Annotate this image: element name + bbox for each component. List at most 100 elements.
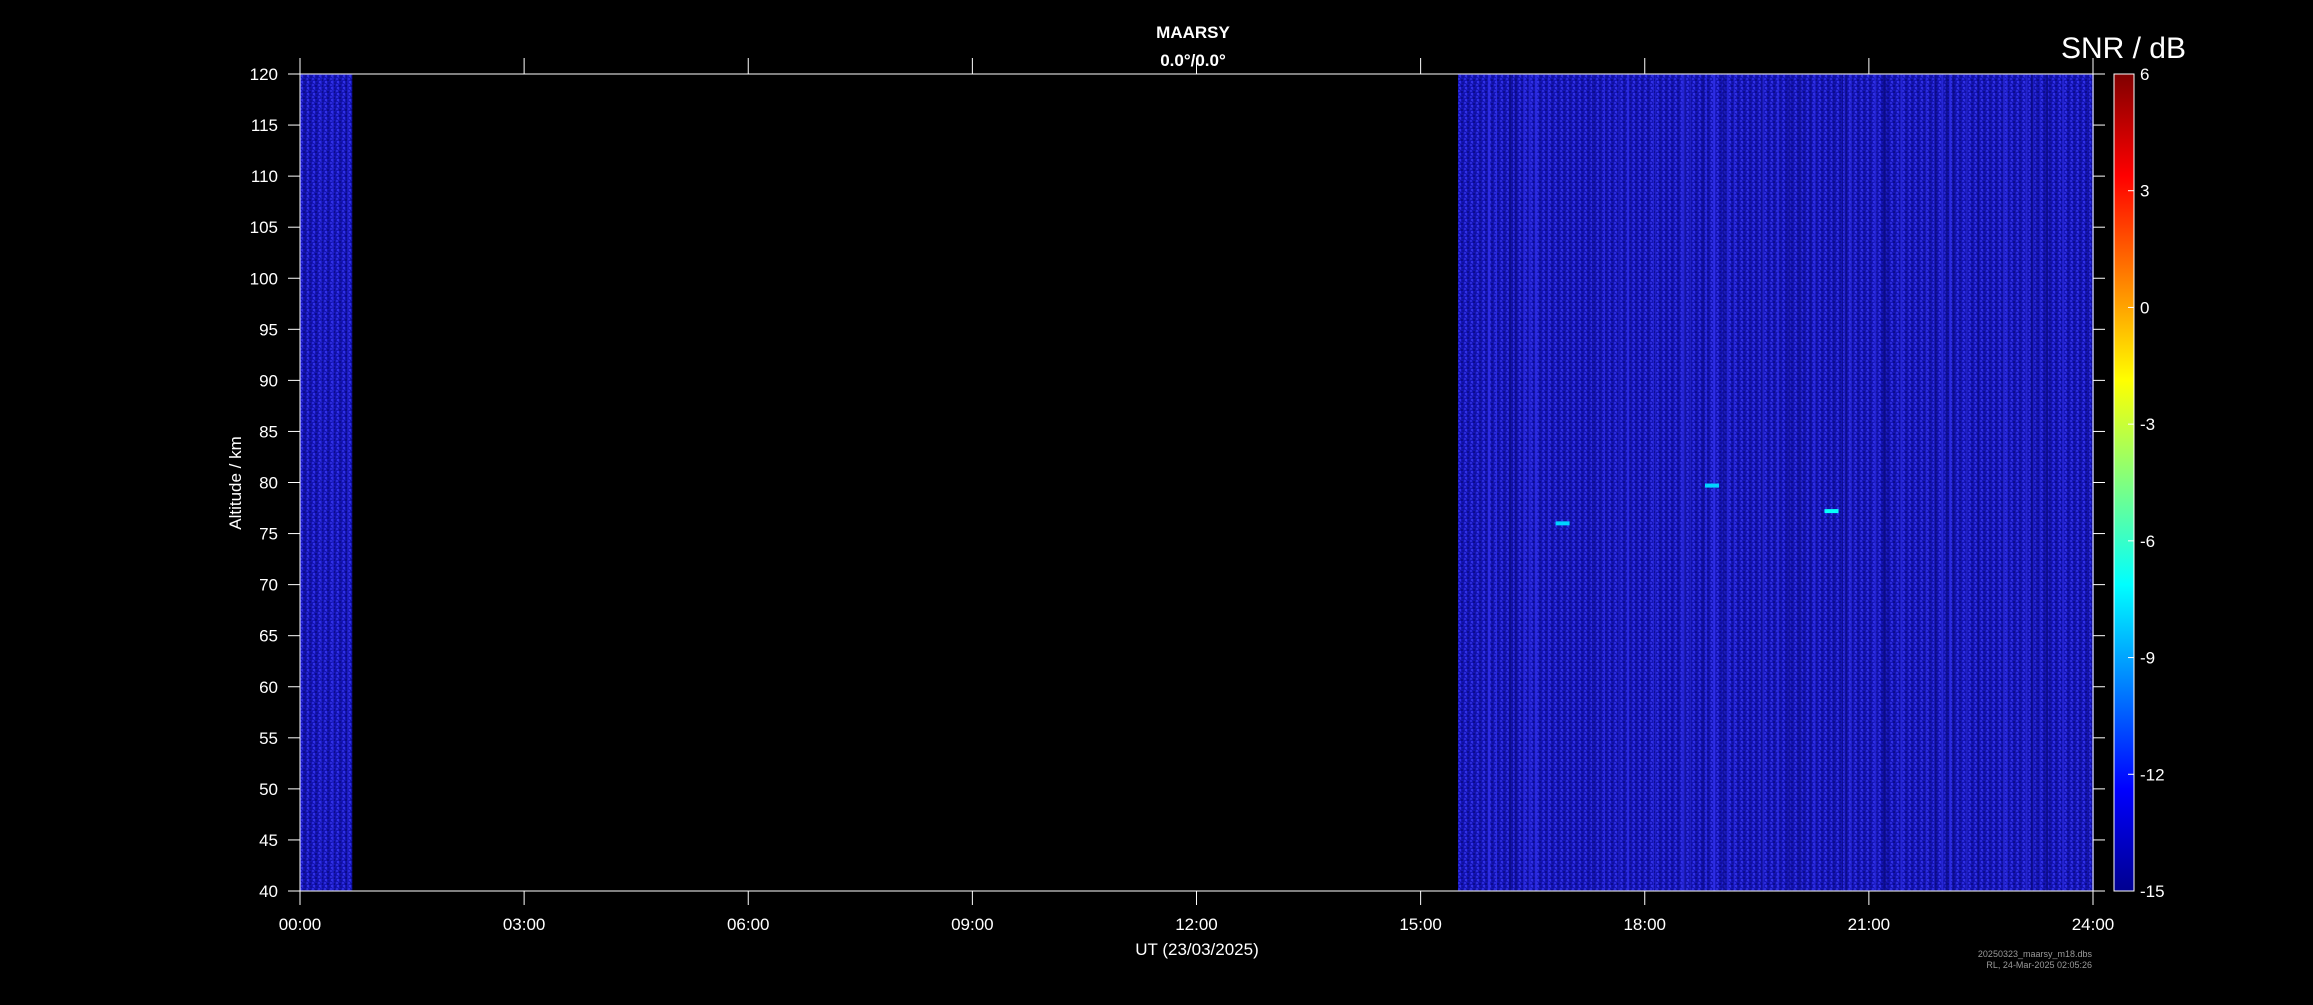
noise-streak <box>1810 74 1812 891</box>
noise-streak <box>1627 74 1630 891</box>
footer-timestamp: RL, 24-Mar-2025 02:05:26 <box>1986 960 2092 970</box>
noise-streak <box>1509 74 1512 891</box>
colorbar <box>2113 73 2135 892</box>
noise-streak <box>347 74 349 891</box>
noise-streak <box>1652 74 1654 891</box>
y-tick-label: 105 <box>250 218 278 237</box>
y-tick-label: 115 <box>251 116 278 135</box>
noise-streak <box>346 74 348 891</box>
noise-streak <box>1763 74 1765 891</box>
y-tick-label: 85 <box>259 422 278 441</box>
noise-streak <box>1591 74 1593 891</box>
chart-svg: MAARSY 0.0°/0.0° 00:00 03:00 06:00 09:00 12:… <box>226 23 2186 970</box>
chart-stage: MAARSY 0.0°/0.0° 00:00 03:00 06:00 09:00 12:… <box>0 0 2313 1000</box>
noise-streak <box>2088 74 2090 891</box>
noise-streak <box>1722 74 1725 891</box>
noise-streak <box>1618 74 1620 891</box>
noise-streak <box>1851 74 1853 891</box>
echo-0 <box>1555 521 1570 526</box>
colorbar-label: SNR / dB <box>2061 32 2186 65</box>
noise-streak <box>2046 74 2049 891</box>
y-tick-label: 110 <box>251 167 278 186</box>
noise-streak <box>1548 74 1550 891</box>
noise-streak <box>1849 74 1851 891</box>
noise-streak <box>1515 74 1517 891</box>
noise-streak <box>2035 74 2037 891</box>
noise-streak <box>1900 74 1903 891</box>
noise-streak <box>1603 74 1605 891</box>
noise-streak <box>1965 74 1968 891</box>
noise-streak <box>1941 74 1944 891</box>
noise-streak <box>1705 74 1707 891</box>
noise-streak <box>1511 74 1513 891</box>
noise-streak <box>1925 74 1927 891</box>
noise-streak <box>1844 74 1847 891</box>
colorbar-tick-label: -3 <box>2140 415 2155 434</box>
noise-streak <box>1528 74 1530 891</box>
noise-streak <box>1726 74 1729 891</box>
echo-1 <box>1704 483 1719 488</box>
y-tick-label: 65 <box>259 627 278 646</box>
y-tick-label: 75 <box>259 525 278 544</box>
noise-streak <box>2062 74 2065 891</box>
noise-streak <box>1523 74 1526 891</box>
data-interval-0 <box>300 74 353 891</box>
noise-streak <box>1945 74 1948 891</box>
y-tick-label: 60 <box>259 678 278 697</box>
noise-streak <box>1949 74 1952 891</box>
y-tick-label: 80 <box>259 474 278 493</box>
y-tick-label: 100 <box>250 269 278 288</box>
noise-streak <box>1682 74 1685 891</box>
noise-streak <box>1514 74 1516 891</box>
colorbar-tick-label: -12 <box>2140 765 2165 784</box>
noise-streak <box>1535 74 1538 891</box>
noise-streak <box>1874 74 1877 891</box>
footer-filename: 20250323_maarsy_m18.dbs <box>1978 949 2093 959</box>
noise-streak <box>2039 74 2041 891</box>
x-tick-label: 00:00 <box>279 915 322 934</box>
noise-streak <box>1883 74 1886 891</box>
noise-streak <box>1684 74 1686 891</box>
noise-streak <box>2006 74 2009 891</box>
colorbar-tick-label: -9 <box>2140 649 2155 668</box>
colorbar-tick-label: -15 <box>2140 882 2165 901</box>
data-layer <box>300 74 2094 891</box>
x-tick-label: 06:00 <box>727 915 770 934</box>
noise-streak <box>1713 74 1716 891</box>
y-tick-label: 45 <box>259 831 278 850</box>
chart-title: MAARSY <box>1156 23 1230 42</box>
noise-streak <box>1733 74 1735 891</box>
noise-streak <box>1681 74 1683 891</box>
x-axis-label: UT (23/03/2025) <box>1135 940 1258 959</box>
y-axis-label: Altitude / km <box>226 436 245 530</box>
y-tick-label: 95 <box>259 320 278 339</box>
y-tick-label: 50 <box>259 780 278 799</box>
noise-streak <box>1777 74 1780 891</box>
y-tick-label: 120 <box>250 65 278 84</box>
noise-streak <box>1952 74 1955 891</box>
noise-streak <box>1761 74 1763 891</box>
noise-streak <box>2025 74 2028 891</box>
x-tick-label: 24:00 <box>2072 915 2115 934</box>
data-interval-1 <box>1457 74 2093 891</box>
colorbar-tick-label: 3 <box>2140 182 2149 201</box>
noise-streak <box>1813 74 1816 891</box>
x-tick-label: 18:00 <box>1623 915 1666 934</box>
x-tick-label: 09:00 <box>951 915 994 934</box>
noise-streak <box>1832 74 1834 891</box>
noise-streak <box>1487 74 1490 891</box>
x-tick-label: 15:00 <box>1399 915 1442 934</box>
noise-streak <box>1689 74 1691 891</box>
y-tick-label: 40 <box>259 882 278 901</box>
colorbar-tick-label: 6 <box>2140 65 2149 84</box>
noise-streak <box>320 74 322 891</box>
echo-2 <box>1824 509 1839 514</box>
y-tick-label: 55 <box>259 729 278 748</box>
y-tick-label: 70 <box>259 576 278 595</box>
noise-streak <box>1977 74 1979 891</box>
noise-streak <box>1842 74 1844 891</box>
noise-streak <box>1654 74 1656 891</box>
colorbar-tick-label: 0 <box>2140 298 2149 317</box>
x-tick-label: 12:00 <box>1175 915 1218 934</box>
noise-streak <box>1788 74 1791 891</box>
